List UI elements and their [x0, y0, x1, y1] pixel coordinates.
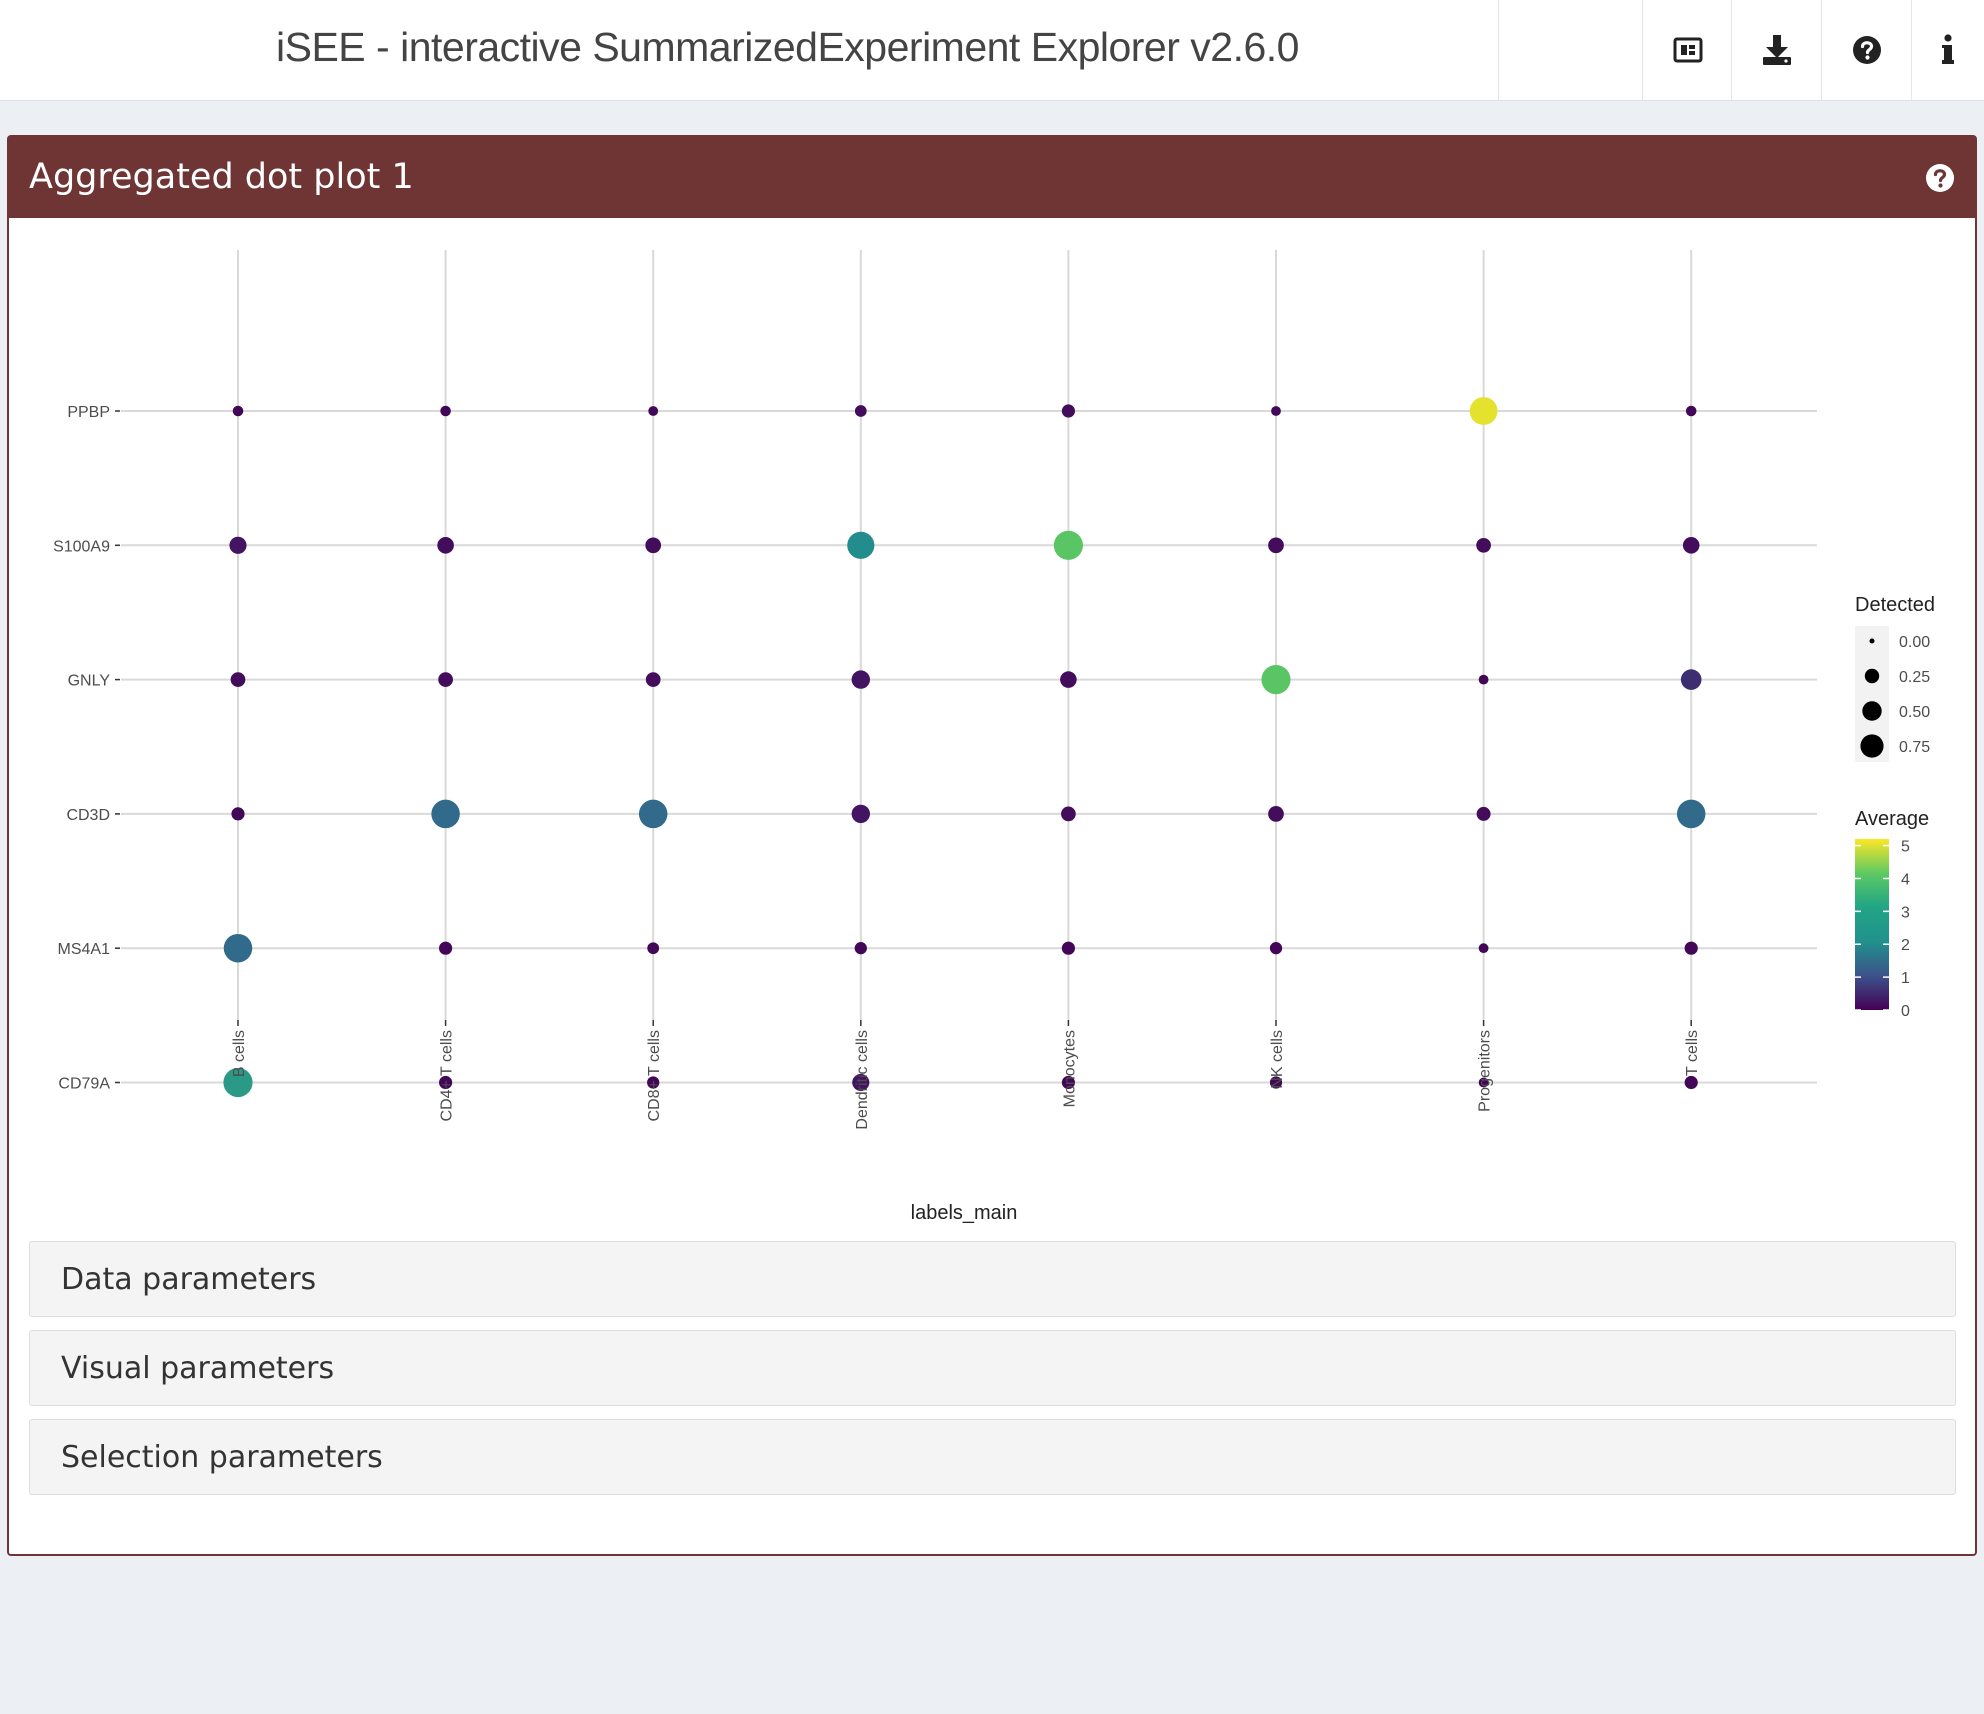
data-dot	[437, 537, 454, 554]
x-tick-label: NK cells	[1269, 1030, 1286, 1089]
data-dot	[230, 672, 246, 687]
data-dot	[1684, 1075, 1698, 1090]
legend-size-label: 0.75	[1899, 739, 1930, 756]
y-tick-label: S100A9	[53, 538, 110, 555]
panel-title: Aggregated dot plot 1	[29, 157, 414, 197]
data-dot	[1061, 941, 1075, 955]
data-dot	[638, 799, 668, 829]
data-dot	[1478, 674, 1489, 685]
data-dot	[231, 807, 245, 821]
data-dot	[1684, 941, 1698, 955]
data-dot	[851, 670, 870, 689]
data-dot	[1268, 537, 1284, 554]
legend-colorbar-label: 3	[1901, 904, 1910, 921]
x-tick-label: T cells	[1684, 1030, 1701, 1076]
x-tick-label: CD8+ T cells	[646, 1030, 663, 1121]
legend-colorbar	[1855, 839, 1889, 1010]
legend-colorbar-label: 4	[1901, 871, 1910, 888]
data-dot	[1061, 404, 1075, 418]
app-title: iSEE - interactive SummarizedExperiment …	[276, 24, 1299, 70]
x-tick-label: CD4+ T cells	[439, 1030, 456, 1121]
legend-title-average: Average	[1855, 808, 1929, 830]
legend-size-dot	[1862, 701, 1882, 721]
data-dot	[1476, 537, 1491, 553]
data-dot	[1478, 943, 1489, 954]
data-parameters-box[interactable]: Data parameters	[29, 1241, 1956, 1317]
data-dot	[1680, 669, 1702, 690]
legend-size-dot	[1864, 668, 1880, 684]
legend-colorbar-label: 1	[1901, 970, 1910, 987]
y-tick-label: GNLY	[68, 673, 111, 690]
data-dot	[223, 933, 253, 963]
data-dot	[645, 537, 662, 554]
panel-organization-button[interactable]	[1643, 0, 1732, 100]
question-circle-icon[interactable]	[1925, 163, 1955, 193]
data-dot	[431, 799, 460, 829]
data-dot	[1271, 406, 1281, 416]
data-dot	[847, 531, 875, 559]
data-dot	[439, 941, 453, 955]
data-dot	[854, 405, 867, 417]
data-parameters-label: Data parameters	[61, 1262, 317, 1297]
selection-parameters-label: Selection parameters	[61, 1440, 383, 1475]
header-divider	[1498, 0, 1499, 100]
data-dot	[229, 536, 247, 554]
data-dot	[1676, 799, 1706, 829]
legend-size-label: 0.00	[1899, 634, 1930, 651]
data-dot	[1261, 665, 1291, 695]
data-dot	[1053, 530, 1083, 560]
legend-colorbar-label: 2	[1901, 937, 1910, 954]
visual-parameters-box[interactable]: Visual parameters	[29, 1330, 1956, 1406]
info-icon	[1942, 34, 1954, 64]
x-tick-label: Progenitors	[1477, 1030, 1494, 1112]
data-dot	[645, 672, 661, 687]
data-dot	[851, 804, 870, 824]
plot-legends: Detected 0.00 0.25 0.50 0.75 Average 5 4 3 2 1 0	[1855, 594, 1935, 1020]
data-dot	[647, 942, 660, 955]
data-dot	[232, 405, 244, 417]
data-dot	[1682, 537, 1700, 554]
question-circle-icon	[1852, 36, 1881, 64]
legend-size-label: 0.50	[1899, 704, 1930, 721]
download-icon	[1762, 35, 1791, 65]
visual-parameters-label: Visual parameters	[61, 1351, 335, 1386]
x-tick-label: Monocytes	[1061, 1030, 1078, 1107]
data-dot	[648, 406, 659, 416]
legend-title-detected: Detected	[1855, 594, 1935, 616]
y-tick-label: MS4A1	[58, 941, 111, 958]
data-dot	[1685, 405, 1697, 417]
app-header: iSEE - interactive SummarizedExperiment …	[0, 0, 1984, 101]
x-tick-label: B cells	[231, 1030, 248, 1077]
data-dot	[1469, 397, 1498, 425]
selection-parameters-box[interactable]: Selection parameters	[29, 1419, 1956, 1495]
legend-size-label: 0.25	[1899, 669, 1930, 686]
info-button[interactable]	[1912, 0, 1984, 100]
data-dot	[1476, 806, 1491, 821]
legend-size-dot	[1860, 734, 1884, 758]
panel-organization-icon	[1673, 37, 1702, 63]
help-button[interactable]	[1822, 0, 1911, 100]
data-dot	[438, 672, 453, 687]
legend-colorbar-label: 5	[1901, 839, 1910, 856]
data-dot	[1060, 671, 1077, 688]
plot-axes: PPBP S100A9 GNLY CD3D MS4A1 CD79A B cells CD4+ …	[53, 404, 1701, 1130]
plot-gridlines	[121, 250, 1817, 1084]
data-dot	[1061, 806, 1076, 822]
data-dot	[1269, 942, 1283, 955]
y-tick-label: CD79A	[58, 1076, 110, 1093]
x-axis-label: labels_main	[911, 1202, 1018, 1224]
x-tick-label: Dendritic cells	[854, 1030, 871, 1130]
aggregated-dot-plot-panel: Aggregated dot plot 1 PPBP S100A9 GNLY CD3D…	[7, 135, 1977, 1556]
legend-size-dot	[1869, 638, 1875, 644]
data-dot	[854, 942, 867, 955]
data-dot	[1268, 806, 1284, 822]
y-tick-label: PPBP	[67, 404, 110, 421]
y-tick-label: CD3D	[66, 807, 110, 824]
dot-plot[interactable]: PPBP S100A9 GNLY CD3D MS4A1 CD79A B cells CD4+ …	[9, 218, 1975, 1238]
data-dot	[440, 405, 451, 417]
panel-header: Aggregated dot plot 1	[9, 137, 1975, 218]
legend-colorbar-label: 0	[1901, 1003, 1910, 1020]
download-button[interactable]	[1732, 0, 1821, 100]
